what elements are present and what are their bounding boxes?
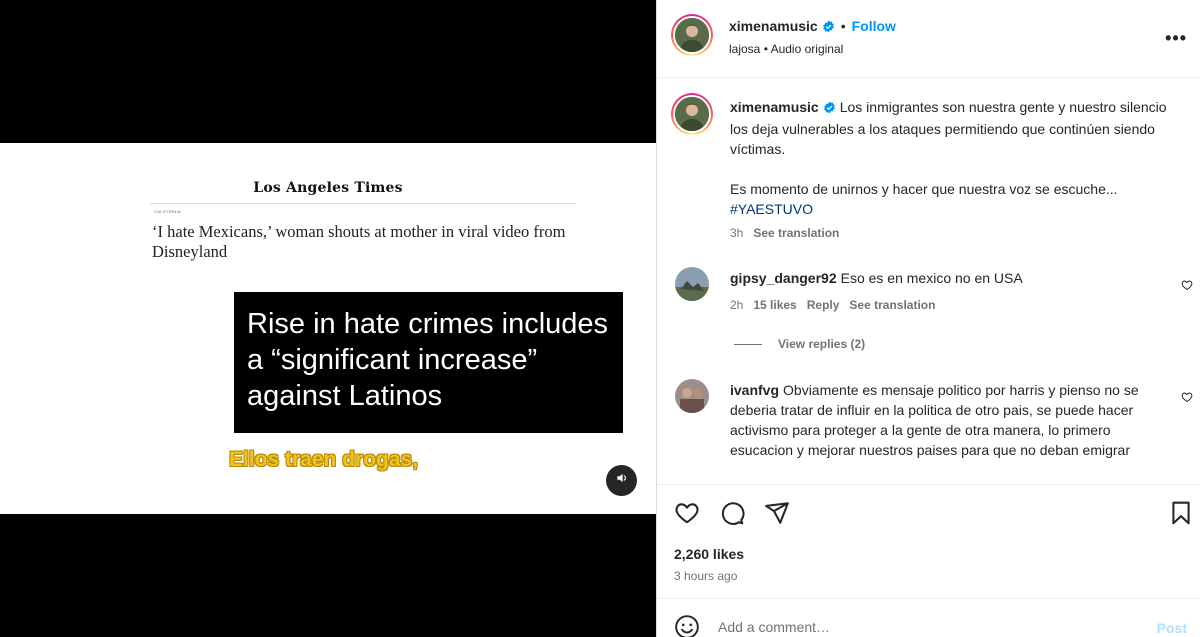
comment-input[interactable] bbox=[718, 619, 1138, 635]
comment-icon[interactable] bbox=[719, 500, 745, 531]
view-replies-label[interactable]: View replies (2) bbox=[778, 337, 865, 351]
like-comment-icon[interactable] bbox=[1181, 390, 1193, 408]
emoji-icon[interactable] bbox=[674, 614, 700, 637]
caption-meta: 3h See translation bbox=[730, 226, 849, 240]
caption-text: ximenamusic Los inmigrantes son nuestra g… bbox=[730, 97, 1170, 219]
overlay-text: Rise in hate crimes includes a “signific… bbox=[247, 308, 609, 412]
audio-user[interactable]: lajosa bbox=[729, 42, 760, 56]
video-subtitle: Ellos traen drogas, bbox=[229, 448, 419, 471]
caption-body-2: Es momento de unirnos y hacer que nuestr… bbox=[730, 181, 1118, 197]
comment-username[interactable]: ivanfvg bbox=[730, 382, 779, 398]
like-comment-icon[interactable] bbox=[1181, 278, 1193, 296]
commenter-avatar[interactable] bbox=[675, 379, 709, 413]
post-media[interactable]: Los Angeles Times CALIFORNIA ‘I hate Mex… bbox=[0, 0, 656, 637]
comment-text: gipsy_danger92 Eso es en mexico no en USA bbox=[730, 268, 1170, 288]
post-actions: 2,260 likes 3 hours ago bbox=[657, 484, 1200, 598]
audio-label[interactable]: Audio original bbox=[771, 42, 844, 56]
view-replies-line bbox=[734, 343, 762, 345]
caption-username[interactable]: ximenamusic bbox=[730, 99, 819, 115]
comments-list[interactable]: ximenamusic Los inmigrantes son nuestra g… bbox=[657, 79, 1200, 483]
post-details-panel: ximenamusic • Follow lajosa • Audio origin… bbox=[656, 0, 1200, 637]
comment-time[interactable]: 2h bbox=[730, 298, 743, 312]
verified-icon bbox=[822, 20, 835, 38]
caption-time[interactable]: 3h bbox=[730, 226, 743, 240]
newspaper-headline: ‘I hate Mexicans,’ woman shouts at mothe… bbox=[152, 222, 566, 261]
comment-body: Obviamente es mensaje politico por harri… bbox=[730, 382, 1139, 458]
commenter-avatar[interactable] bbox=[675, 267, 709, 301]
sound-toggle-button[interactable] bbox=[606, 465, 637, 496]
like-icon[interactable] bbox=[674, 500, 700, 531]
likes-count[interactable]: 2,260 likes bbox=[674, 546, 744, 562]
bookmark-icon[interactable] bbox=[1168, 500, 1194, 531]
more-options-icon[interactable]: ••• bbox=[1165, 28, 1187, 49]
overlay-box: Rise in hate crimes includes a “signific… bbox=[234, 292, 623, 433]
speaker-icon bbox=[615, 471, 629, 490]
newspaper-logo: Los Angeles Times bbox=[253, 180, 403, 196]
see-translation-link[interactable]: See translation bbox=[849, 298, 935, 312]
author-avatar[interactable] bbox=[671, 14, 713, 56]
caption-avatar[interactable] bbox=[671, 93, 713, 135]
follow-button[interactable]: Follow bbox=[852, 18, 896, 34]
video-frame: Los Angeles Times CALIFORNIA ‘I hate Mex… bbox=[0, 143, 656, 514]
comment-username[interactable]: gipsy_danger92 bbox=[730, 270, 837, 286]
comment-meta: 2h 15 likes Reply See translation bbox=[730, 298, 945, 312]
newspaper-section: CALIFORNIA bbox=[154, 209, 182, 214]
view-replies-button[interactable]: View replies (2) bbox=[734, 337, 865, 351]
caption-hashtag[interactable]: #YAESTUVO bbox=[730, 199, 1170, 219]
comment-composer: Post bbox=[657, 598, 1200, 637]
author-username[interactable]: ximenamusic bbox=[729, 18, 818, 34]
see-translation-link[interactable]: See translation bbox=[753, 226, 839, 240]
separator-dot: • bbox=[840, 18, 846, 34]
reply-button[interactable]: Reply bbox=[807, 298, 840, 312]
share-icon[interactable] bbox=[764, 500, 790, 531]
audio-info[interactable]: lajosa • Audio original bbox=[729, 42, 843, 56]
verified-icon bbox=[823, 99, 836, 119]
comment-body: Eso es en mexico no en USA bbox=[840, 270, 1023, 286]
post-header: ximenamusic • Follow lajosa • Audio origin… bbox=[657, 0, 1200, 78]
comment-likes[interactable]: 15 likes bbox=[753, 298, 796, 312]
post-time: 3 hours ago bbox=[674, 569, 738, 583]
newspaper-divider bbox=[150, 203, 576, 204]
post-comment-button[interactable]: Post bbox=[1157, 620, 1187, 636]
comment-text: ivanfvg Obviamente es mensaje politico po… bbox=[730, 380, 1170, 460]
